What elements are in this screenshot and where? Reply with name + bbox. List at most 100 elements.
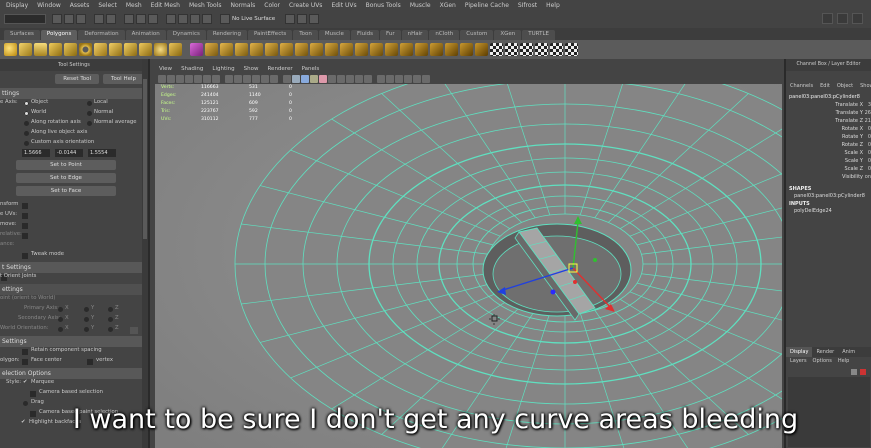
fill-hole-icon[interactable] (325, 43, 338, 56)
set-to-edge-button[interactable]: Set to Edge (16, 173, 116, 183)
render-settings-icon[interactable] (309, 14, 320, 24)
screen-space-ao-icon[interactable] (346, 74, 354, 83)
viewport-canvas[interactable] (155, 84, 782, 448)
menu-help[interactable]: Help (546, 2, 560, 9)
channel-translate-y[interactable]: Translate Y 26 (786, 110, 871, 118)
retain-spacing-checkbox[interactable] (22, 349, 28, 355)
undo-icon[interactable] (94, 14, 104, 24)
shelf-tab-fluids[interactable]: Fluids (350, 30, 380, 40)
separate-icon[interactable] (205, 43, 218, 56)
backface-culling-icon[interactable] (422, 74, 430, 83)
2d-pan-zoom-icon[interactable] (203, 74, 211, 83)
reduce-icon[interactable] (295, 43, 308, 56)
bookmarks-icon[interactable] (185, 74, 193, 83)
radio-object[interactable] (24, 101, 29, 106)
menu-bonus-tools[interactable]: Bonus Tools (366, 2, 401, 9)
shelf-tab-painteffects[interactable]: PaintEffects (247, 30, 293, 40)
mirror-geometry-icon[interactable] (310, 43, 323, 56)
channel-rotate-z[interactable]: Rotate Z0 (786, 142, 871, 150)
boolean-union-icon[interactable] (235, 43, 248, 56)
viewport-panel[interactable]: View Shading Lighting Show Renderer Panels Ve… (155, 64, 782, 448)
render-icon[interactable] (285, 14, 296, 24)
xray-joints-icon[interactable] (404, 74, 412, 83)
shelf-tab-muscle[interactable]: Muscle (318, 30, 350, 40)
channel-visibility[interactable]: Visibility on (786, 174, 871, 182)
section-move-settings[interactable]: ttings (0, 88, 148, 99)
menu-mesh[interactable]: Mesh (126, 2, 142, 9)
textured-icon[interactable] (319, 74, 327, 83)
set-to-face-button[interactable]: Set to Face (16, 186, 116, 196)
channel-value[interactable]: 21 (865, 118, 871, 124)
tool-settings-scrollbar[interactable] (142, 59, 148, 448)
layer-menu-layers[interactable]: Layers (790, 358, 807, 367)
menu-muscle[interactable]: Muscle (410, 2, 431, 9)
set-to-point-button[interactable]: Set to Point (16, 160, 116, 170)
shadows-icon[interactable] (337, 74, 345, 83)
unfold-uv-icon[interactable] (565, 43, 578, 56)
primary-x-radio[interactable] (58, 307, 63, 312)
menu-edit-uvs[interactable]: Edit UVs (331, 2, 356, 9)
bevel-icon[interactable] (385, 43, 398, 56)
reset-tool-button[interactable]: Reset Tool (55, 74, 100, 84)
uvs-checkbox[interactable] (22, 213, 28, 219)
make-live-icon[interactable] (220, 14, 230, 24)
polygon-mesh[interactable] (234, 84, 782, 448)
xray-icon[interactable] (395, 74, 403, 83)
radio-local[interactable] (87, 101, 92, 106)
marquee-label[interactable]: Marquee (31, 379, 54, 385)
channel-menu-edit[interactable]: Edit (820, 83, 830, 92)
input-node-name[interactable]: polyDelEdge24 (786, 208, 871, 216)
viewport-menu-view[interactable]: View (159, 66, 172, 72)
layer-tab-display[interactable]: Display (786, 347, 813, 357)
menu-edit-mesh[interactable]: Edit Mesh (151, 2, 180, 9)
select-object-icon[interactable] (136, 14, 146, 24)
menu-display[interactable]: Display (6, 2, 28, 9)
spherical-map-icon[interactable] (535, 43, 548, 56)
radio-custom-axis[interactable] (24, 141, 29, 146)
open-scene-icon[interactable] (64, 14, 74, 24)
vertex-checkbox[interactable] (87, 359, 93, 365)
offset-edge-loop-icon[interactable] (460, 43, 473, 56)
merge-icon[interactable] (400, 43, 413, 56)
menu-select[interactable]: Select (98, 2, 117, 9)
shelf-tab-fur[interactable]: Fur (380, 30, 401, 40)
viewport-menu-show[interactable]: Show (244, 66, 259, 72)
shelf-tab-xgen[interactable]: XGen (494, 30, 522, 40)
channel-box-icon[interactable] (852, 13, 863, 24)
redo-icon[interactable] (106, 14, 116, 24)
secondary-z-radio[interactable] (108, 317, 113, 322)
new-layer-icon[interactable] (851, 369, 857, 375)
shape-node-name[interactable]: panel03:panel03:pCylinder8 (786, 193, 871, 201)
menu-sifrost[interactable]: SIfrost (518, 2, 537, 9)
transform-checkbox[interactable] (22, 203, 28, 209)
select-hierarchy-icon[interactable] (124, 14, 134, 24)
planar-map-icon[interactable] (505, 43, 518, 56)
viewport-menu-renderer[interactable]: Renderer (267, 66, 292, 72)
snap-point-icon[interactable] (190, 14, 200, 24)
bridge-icon[interactable] (355, 43, 368, 56)
smooth-shade-icon[interactable] (301, 74, 309, 83)
custom-axis-x-field[interactable]: 1.5666 (22, 149, 50, 157)
shelf-tab-nhair[interactable]: nHair (401, 30, 429, 40)
save-scene-icon[interactable] (76, 14, 86, 24)
shelf-tab-polygons[interactable]: Polygons (40, 30, 78, 40)
gate-mask-icon[interactable] (252, 74, 260, 83)
channel-value[interactable]: on (865, 174, 871, 180)
combine-icon[interactable] (190, 43, 203, 56)
shelf-tab-rendering[interactable]: Rendering (206, 30, 247, 40)
poly-pyramid-icon[interactable] (109, 43, 122, 56)
poly-soccer-icon[interactable] (154, 43, 167, 56)
collapse-icon[interactable] (430, 43, 443, 56)
xray-components-icon[interactable] (413, 74, 421, 83)
film-gate-icon[interactable] (234, 74, 242, 83)
multisample-aa-icon[interactable] (364, 74, 372, 83)
menu-set-selector[interactable] (4, 14, 46, 24)
use-all-lights-icon[interactable] (328, 74, 336, 83)
layer-menu-options[interactable]: Options (813, 358, 832, 367)
menu-mesh-tools[interactable]: Mesh Tools (189, 2, 221, 9)
shelf-tab-animation[interactable]: Animation (125, 30, 166, 40)
ipr-render-icon[interactable] (297, 14, 308, 24)
default-material-icon[interactable] (310, 74, 318, 83)
poly-cube-icon[interactable] (19, 43, 32, 56)
secondary-x-radio[interactable] (58, 317, 63, 322)
